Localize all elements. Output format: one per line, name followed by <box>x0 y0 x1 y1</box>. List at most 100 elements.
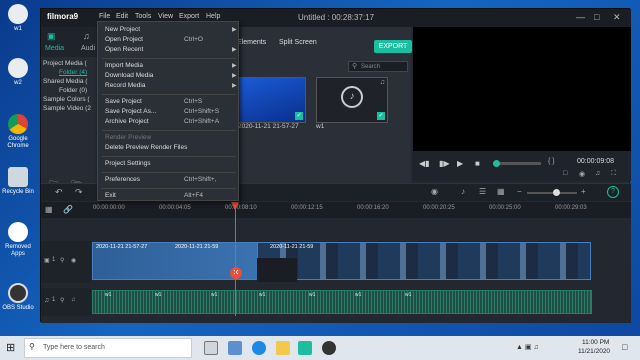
media-caption: 2020-11-21 21-57-27 <box>238 123 299 130</box>
progress-slider[interactable] <box>493 160 541 167</box>
audio-tab-icon: ♫ <box>83 31 90 41</box>
search-icon: ⚲ <box>352 63 358 70</box>
notification-icon[interactable]: □ <box>622 342 627 352</box>
menu-view[interactable]: View <box>158 13 173 20</box>
file-menu-item[interactable]: Open Project Ctrl+O <box>98 36 238 46</box>
tab-split-screen[interactable]: Split Screen <box>279 39 317 46</box>
menu-item-label: New Project <box>105 26 141 33</box>
tree-folder[interactable]: Folder (4) <box>59 69 87 76</box>
lock-icon[interactable]: ⚲ <box>60 257 64 264</box>
audio-clip-label: w1 <box>105 292 112 298</box>
rewind-icon[interactable]: ▮▶ <box>439 159 450 168</box>
tab-media[interactable]: Media <box>45 45 64 52</box>
tab-audio[interactable]: Audi <box>81 45 95 52</box>
video-clip[interactable]: 2020-11-21 21-57-27 2020-11-21 21-59 <box>92 242 274 280</box>
audio-clip[interactable]: w1 w1 w1 w1 w1 w1 w1 <box>92 290 592 314</box>
tree-sample-colors[interactable]: Sample Colors ( <box>43 96 90 103</box>
close-button[interactable]: ✕ <box>613 12 621 23</box>
menu-export[interactable]: Export <box>179 13 199 20</box>
desktop-icon-chrome[interactable]: Google Chrome <box>2 114 34 150</box>
track-number: 1 <box>52 297 56 303</box>
preview-window <box>413 27 631 151</box>
file-menu-item[interactable]: Preferences Ctrl+Shift+, <box>98 176 238 186</box>
tab-elements[interactable]: Elements <box>237 39 266 46</box>
app-icon[interactable] <box>228 341 242 355</box>
file-menu-item[interactable]: Import Media ▶ <box>98 62 238 72</box>
lock-icon[interactable]: ⚲ <box>60 297 64 304</box>
desktop-icon-recycle-bin[interactable]: Recycle Bin <box>2 167 34 196</box>
microphone-icon[interactable]: ♪ <box>461 187 465 196</box>
menu-tools[interactable]: Tools <box>135 13 151 20</box>
timeline-ruler[interactable]: 00:00:00:00 00:00:04:05 00:00:08:10 00:00:1… <box>91 202 631 218</box>
file-menu-item[interactable]: Record Media ▶ <box>98 82 238 92</box>
file-menu-item[interactable]: Archive Project Ctrl+Shift+A <box>98 118 238 128</box>
add-track-icon[interactable]: ▦ <box>45 205 53 214</box>
desktop-icon-w2[interactable]: w2 <box>2 58 34 87</box>
minimize-button[interactable]: — <box>576 12 585 22</box>
undo-icon[interactable]: ↶ <box>55 187 63 198</box>
delete-gap-icon[interactable]: ✕ <box>230 267 242 279</box>
export-button[interactable]: EXPORT <box>374 40 412 53</box>
mark-in-out[interactable]: { } <box>548 158 555 165</box>
prev-frame-icon[interactable]: ◀▮ <box>419 159 430 168</box>
media-thumbnail-video[interactable]: ✓ <box>238 77 306 123</box>
play-icon[interactable]: ▶ <box>457 159 463 168</box>
obs-taskbar-icon[interactable] <box>322 341 336 355</box>
tree-shared-media[interactable]: Shared Media ( <box>43 78 87 85</box>
link-icon[interactable]: 🔗 <box>63 205 73 214</box>
zoom-slider[interactable] <box>527 189 577 196</box>
system-tray-icons[interactable]: ▲ ▣ ♫ <box>516 343 539 351</box>
stop-icon[interactable]: ■ <box>475 159 480 168</box>
file-menu-item[interactable]: Download Media ▶ <box>98 72 238 82</box>
eye-icon[interactable]: ◉ <box>71 257 76 264</box>
zoom-in-icon[interactable]: + <box>581 187 586 196</box>
ruler-tick: 00:00:00:00 <box>93 205 125 211</box>
render-icon[interactable]: ◉ <box>431 187 438 196</box>
video-track-icon: ▣ <box>44 258 50 264</box>
slider-handle[interactable] <box>553 189 560 196</box>
speaker-icon[interactable]: ♫ <box>71 297 76 303</box>
windows-start-icon[interactable]: ⊞ <box>6 341 15 354</box>
file-explorer-icon[interactable] <box>276 341 290 355</box>
menu-separator <box>102 94 236 95</box>
file-menu-item[interactable]: Save Project Ctrl+S <box>98 98 238 108</box>
desktop-icon-w1[interactable]: w1 <box>2 4 34 33</box>
media-thumbnail-audio[interactable]: ♪ ♫ ✓ <box>316 77 388 123</box>
playhead[interactable] <box>235 206 236 316</box>
app-icon <box>8 58 28 78</box>
task-view-icon[interactable] <box>204 341 218 355</box>
menu-file[interactable]: File <box>99 13 110 20</box>
edge-icon[interactable] <box>252 341 266 355</box>
video-clip[interactable]: 2020-11-21 21-59 <box>257 242 591 280</box>
tree-project-media[interactable]: Project Media ( <box>43 60 87 67</box>
slider-handle[interactable] <box>493 160 500 167</box>
desktop-icon-obs[interactable]: OBS Studio <box>2 283 34 312</box>
file-menu-item[interactable]: Project Settings <box>98 160 238 170</box>
menu-edit[interactable]: Edit <box>116 13 128 20</box>
file-menu-item[interactable]: Open Recent ▶ <box>98 46 238 56</box>
snap-icon[interactable]: ▦ <box>497 187 505 196</box>
file-menu-item[interactable]: New Project ▶ <box>98 26 238 36</box>
menu-item-shortcut: Ctrl+Shift+, <box>184 176 217 183</box>
display-icon[interactable]: □ <box>563 170 567 177</box>
taskbar-search-input[interactable]: Type here to search <box>24 338 192 358</box>
redo-icon[interactable]: ↷ <box>75 187 83 198</box>
voiceover-icon[interactable]: ☰ <box>479 187 486 196</box>
timeline-gap <box>257 258 297 282</box>
file-menu-item[interactable]: Save Project As... Ctrl+Shift+S <box>98 108 238 118</box>
file-menu-item[interactable]: Delete Preview Render Files <box>98 144 238 154</box>
menu-item-label: Open Recent <box>105 46 144 53</box>
snapshot-icon[interactable]: ◉ <box>579 170 585 178</box>
tree-sample-video[interactable]: Sample Video (2 <box>43 105 91 112</box>
desktop-icon-removed-apps[interactable]: Removed Apps <box>2 222 34 258</box>
filmora-taskbar-icon[interactable] <box>298 341 312 355</box>
zoom-out-icon[interactable]: − <box>517 187 522 196</box>
file-menu-item[interactable]: Exit Alt+F4 <box>98 192 238 202</box>
fullscreen-icon[interactable]: ⛶ <box>611 170 616 178</box>
volume-icon[interactable]: ♫ <box>595 170 600 177</box>
maximize-button[interactable]: □ <box>594 12 599 22</box>
check-icon: ✓ <box>295 112 303 120</box>
menu-help[interactable]: Help <box>206 13 220 20</box>
help-icon[interactable]: ? <box>607 186 619 198</box>
tree-folder[interactable]: Folder (0) <box>59 87 87 94</box>
